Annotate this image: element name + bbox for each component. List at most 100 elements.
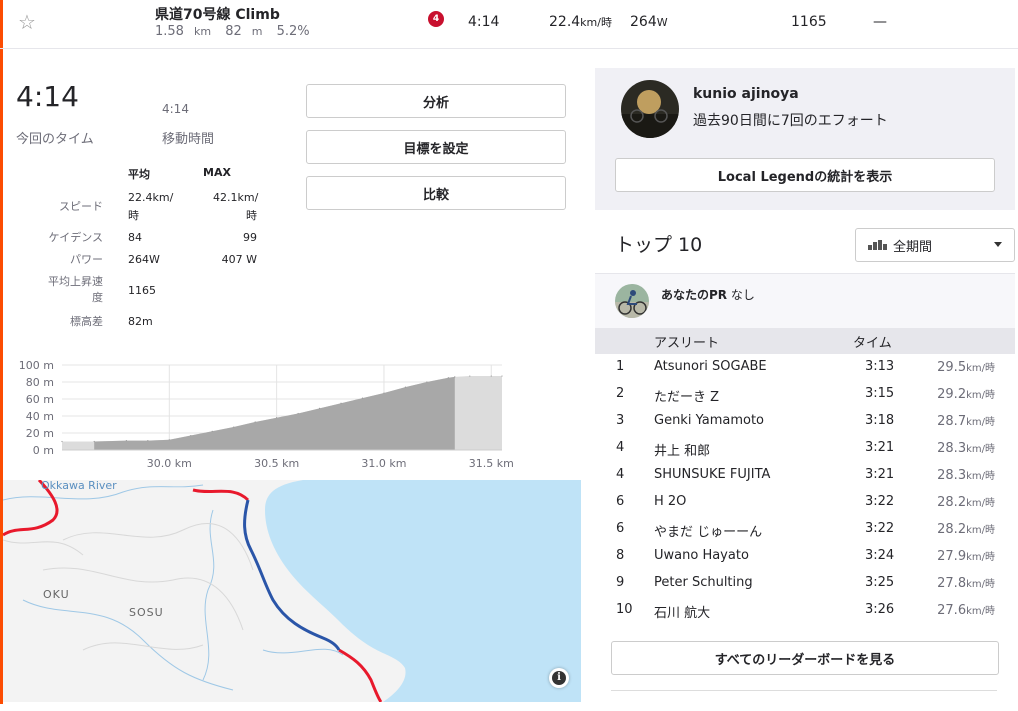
elevation-point xyxy=(426,381,428,383)
view-all-leaderboards-button[interactable]: すべてのリーダーボードを見る xyxy=(611,641,999,675)
vam-label: 平均上昇速度 xyxy=(48,275,103,304)
local-legend-name[interactable]: kunio ajinoya xyxy=(693,86,799,102)
power-max: 407 W xyxy=(221,253,257,266)
moving-label: 移動時間 xyxy=(162,132,215,147)
elevation-point xyxy=(147,440,149,442)
effort-time: 3:26 xyxy=(865,602,895,617)
athlete-name-link[interactable]: Genki Yamamoto xyxy=(654,413,764,428)
effort-speed: 28.3km/時 xyxy=(937,468,995,483)
leaderboard-row[interactable]: 9 Peter Schulting 3:25 27.8km/時 xyxy=(595,570,1015,597)
set-goal-button[interactable]: 目標を設定 xyxy=(306,130,566,164)
athlete-name-link[interactable]: 井上 和郎 xyxy=(654,440,710,459)
segment-time: 4:14 xyxy=(468,14,500,30)
power-avg: 264W xyxy=(128,253,160,266)
elevation-chart[interactable]: 100 m 80 m 60 m 40 m 20 m 0 m 30.0 km 30.5 km 31… xyxy=(0,355,520,475)
elevation-point xyxy=(340,402,342,404)
elevation-point xyxy=(125,440,127,442)
max-header: MAX xyxy=(203,166,231,179)
star-icon[interactable]: ☆ xyxy=(18,10,36,34)
elevation-point xyxy=(469,375,471,377)
info-icon: i xyxy=(552,671,566,685)
elevation-point xyxy=(168,439,170,441)
rank: 6 xyxy=(616,521,625,536)
moving-time: 4:14 xyxy=(162,102,189,116)
segment-grade: 5.2% xyxy=(276,24,310,39)
avg-header: 平均 xyxy=(128,168,150,181)
effort-time: 3:22 xyxy=(865,521,895,536)
segment-name[interactable]: 県道70号線 Climb xyxy=(155,4,280,24)
leaderboard-row[interactable]: 2 ただーき Z 3:15 29.2km/時 xyxy=(595,381,1015,408)
period-select[interactable]: 全期間 xyxy=(855,228,1015,262)
vam-avg: 1165 xyxy=(128,284,156,297)
power-label: パワー xyxy=(70,253,103,266)
leaderboard-row[interactable]: 6 やまだ じゅーーん 3:22 28.2km/時 xyxy=(595,516,1015,543)
elev-label: 標高差 xyxy=(70,315,103,328)
athlete-name-link[interactable]: SHUNSUKE FUJITA xyxy=(654,467,770,482)
segment-elev: 82 m xyxy=(225,24,263,39)
y-tick-label: 80 m xyxy=(26,376,54,389)
athlete-name-link[interactable]: ただーき Z xyxy=(654,386,719,405)
elevation-point xyxy=(383,392,385,394)
elevation-point xyxy=(190,434,192,437)
speed-label: スピード xyxy=(59,200,103,213)
elevation-point xyxy=(447,377,449,379)
compare-button[interactable]: 比較 xyxy=(306,176,566,210)
rank: 9 xyxy=(616,575,625,590)
y-tick-label: 40 m xyxy=(26,410,54,423)
next-card xyxy=(611,690,997,711)
elevation-point xyxy=(254,421,256,423)
segment-map[interactable]: Okkawa River OKU SOSU i xyxy=(3,480,581,702)
map-label-sosu: SOSU xyxy=(129,606,164,619)
athlete-name-link[interactable]: Uwano Hayato xyxy=(654,548,749,563)
your-pr-row: あなたのPR なし xyxy=(595,273,1015,330)
cadence-avg: 84 xyxy=(128,231,142,244)
elevation-point xyxy=(93,440,95,443)
analyze-button[interactable]: 分析 xyxy=(306,84,566,118)
athlete-name-link[interactable]: Atsunori SOGABE xyxy=(654,359,767,374)
map-canvas[interactable]: Okkawa River OKU SOSU xyxy=(3,480,581,702)
elevation-point xyxy=(61,440,63,443)
map-info-button[interactable]: i xyxy=(549,668,569,688)
map-label-river: Okkawa River xyxy=(41,480,117,492)
athlete-name-link[interactable]: Peter Schulting xyxy=(654,575,753,590)
athlete-name-link[interactable]: H 2O xyxy=(654,494,686,509)
leaderboard-row[interactable]: 1 Atsunori SOGABE 3:13 29.5km/時 xyxy=(595,354,1015,381)
segment-vam: 1165 xyxy=(791,14,827,30)
speed-avg: 22.4km/時 xyxy=(128,191,174,222)
athlete-name-link[interactable]: やまだ じゅーーん xyxy=(654,521,762,540)
segment-row[interactable]: ☆ 県道70号線 Climb 1.58 km 82 m 5.2% 4 4:14 22… xyxy=(0,0,1018,49)
leaderboard-row[interactable]: 4 井上 和郎 3:21 28.3km/時 xyxy=(595,435,1015,462)
elev-avg: 82m xyxy=(128,315,153,328)
leaderboard-row[interactable]: 6 H 2O 3:22 28.2km/時 xyxy=(595,489,1015,516)
caret-down-icon xyxy=(994,242,1002,247)
leaderboard-row[interactable]: 4 SHUNSUKE FUJITA 3:21 28.3km/時 xyxy=(595,462,1015,489)
local-legend-avatar[interactable] xyxy=(621,80,679,138)
elevation-area-segment xyxy=(94,376,455,450)
rank: 8 xyxy=(616,548,625,563)
elevation-point xyxy=(361,397,364,399)
elevation-point xyxy=(501,375,503,377)
cadence-label: ケイデンス xyxy=(48,231,103,244)
x-tick-label: 31.5 km xyxy=(469,457,514,470)
effort-speed: 28.7km/時 xyxy=(937,414,995,429)
local-legend-stats-button[interactable]: Local Legendの統計を表示 xyxy=(615,158,995,192)
rank: 6 xyxy=(616,494,625,509)
leaderboard-row[interactable]: 3 Genki Yamamoto 3:18 28.7km/時 xyxy=(595,408,1015,435)
your-pr-text: あなたのPR なし xyxy=(661,288,755,302)
effort-time: 3:21 xyxy=(865,440,895,455)
rank: 2 xyxy=(616,386,625,401)
elevation-point xyxy=(318,407,321,409)
rank: 3 xyxy=(616,413,625,428)
effort-speed: 27.8km/時 xyxy=(937,576,995,591)
x-tick-label: 31.0 km xyxy=(361,457,406,470)
user-avatar[interactable] xyxy=(615,284,649,318)
leaderboard-row[interactable]: 8 Uwano Hayato 3:24 27.9km/時 xyxy=(595,543,1015,570)
y-tick-label: 0 m xyxy=(33,444,54,457)
athlete-name-link[interactable]: 石川 航大 xyxy=(654,602,710,621)
effort-speed: 27.6km/時 xyxy=(937,603,995,618)
col-time: タイム xyxy=(853,336,892,351)
segment-details: 1.58 km 82 m 5.2% xyxy=(155,24,320,39)
segment-hr: — xyxy=(873,14,887,30)
leaderboard-row[interactable]: 10 石川 航大 3:26 27.6km/時 xyxy=(595,597,1015,624)
bar-chart-icon xyxy=(868,240,887,250)
